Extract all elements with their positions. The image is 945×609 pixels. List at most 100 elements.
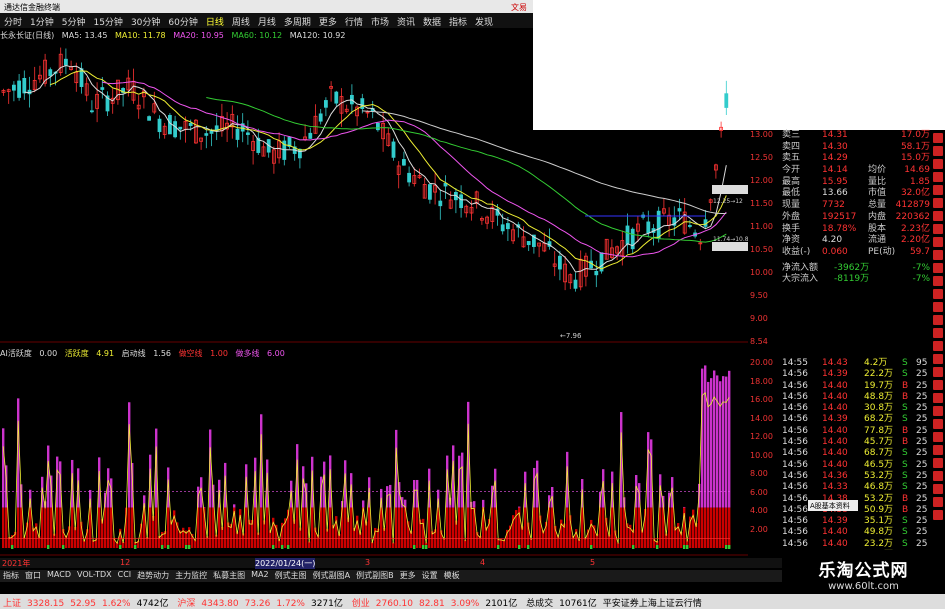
tab-6[interactable]: 主力监控 xyxy=(175,570,207,582)
base-bar xyxy=(722,507,725,548)
period-0[interactable]: 分时 xyxy=(4,15,22,28)
ind-tick: 12.00 xyxy=(750,432,773,441)
tick-row: 14:56 14.36 53.2万 S 25 xyxy=(782,471,930,482)
short-bar xyxy=(272,545,275,549)
cy-amt: 2101亿 xyxy=(485,599,518,609)
side-tool-icon[interactable] xyxy=(933,328,943,338)
side-tool-icon[interactable] xyxy=(933,458,943,468)
period-7[interactable]: 周线 xyxy=(232,15,250,28)
tab-12[interactable]: 更多 xyxy=(400,570,416,582)
quote-value-2: -7% xyxy=(912,262,930,273)
side-tool-icon[interactable] xyxy=(933,510,943,520)
tab-4[interactable]: CCI xyxy=(118,570,132,582)
title-link[interactable]: 文易 xyxy=(511,2,527,13)
base-bar xyxy=(650,507,653,548)
tick-volume: 46.5万 xyxy=(864,459,894,470)
tab-9[interactable]: 例式主图 xyxy=(275,570,307,582)
base-bar xyxy=(155,507,158,548)
period-10[interactable]: 更多 xyxy=(319,15,337,28)
side-tool-icon[interactable] xyxy=(933,367,943,377)
side-tool-icon[interactable] xyxy=(933,237,943,247)
base-bar xyxy=(710,507,713,548)
base-bar xyxy=(110,507,113,548)
side-tool-icon[interactable] xyxy=(933,133,943,143)
base-bar xyxy=(323,507,326,548)
side-tool-icon[interactable] xyxy=(933,224,943,234)
menu-item-1[interactable]: 市场 xyxy=(371,15,389,28)
side-tool-icon[interactable] xyxy=(933,315,943,325)
period-3[interactable]: 15分钟 xyxy=(93,15,122,28)
quote-row: 收益(-) 0.060 PE(动) 59.7 xyxy=(782,247,930,259)
tab-7[interactable]: 私募主图 xyxy=(213,570,245,582)
side-tool-icon[interactable] xyxy=(933,146,943,156)
price-marker-1-text: 12.25→12 xyxy=(713,198,743,205)
quote-label-2: 总量 xyxy=(868,200,887,211)
side-tool-icon[interactable] xyxy=(933,211,943,221)
base-bar xyxy=(428,507,431,548)
candlestick-chart[interactable]: ←7.96 12.25→12 11.74→10.8 xyxy=(0,42,748,343)
tick-side: S xyxy=(902,470,908,481)
menu-item-5[interactable]: 发现 xyxy=(475,15,493,28)
side-tool-icon[interactable] xyxy=(933,432,943,442)
tab-10[interactable]: 例式副图A xyxy=(313,570,350,582)
side-tool-icon[interactable] xyxy=(933,302,943,312)
side-tool-icon[interactable] xyxy=(933,289,943,299)
short-bar xyxy=(134,545,137,549)
tab-1[interactable]: 窗口 xyxy=(25,570,41,582)
indicator-chart[interactable] xyxy=(0,360,748,556)
menu-item-4[interactable]: 指标 xyxy=(449,15,467,28)
tab-11[interactable]: 例式副图B xyxy=(356,570,394,582)
tab-3[interactable]: VOL-TDX xyxy=(77,570,112,582)
side-tool-icon[interactable] xyxy=(933,276,943,286)
short-bar xyxy=(281,545,284,549)
ma120-line xyxy=(362,110,727,214)
price-tick: 10.00 xyxy=(750,268,773,277)
menu-item-0[interactable]: 行情 xyxy=(345,15,363,28)
tab-13[interactable]: 设置 xyxy=(422,570,438,582)
period-8[interactable]: 月线 xyxy=(258,15,276,28)
side-tool-icon[interactable] xyxy=(933,185,943,195)
activity-bar xyxy=(362,500,365,508)
candle-body xyxy=(147,116,152,121)
side-tool-icon[interactable] xyxy=(933,172,943,182)
quote-row: 大宗流入 -8119万 -7% xyxy=(782,274,930,286)
side-tool-icon[interactable] xyxy=(933,341,943,351)
period-1[interactable]: 1分钟 xyxy=(30,15,54,28)
side-tool-icon[interactable] xyxy=(933,419,943,429)
tick-time: 14:56 xyxy=(782,493,808,504)
tick-volume: 68.7万 xyxy=(864,448,894,459)
candle-body xyxy=(438,200,443,207)
side-tool-icon[interactable] xyxy=(933,159,943,169)
cy-val: 2760.10 xyxy=(375,599,413,609)
quote-value: 14.29 xyxy=(822,153,848,164)
side-tool-icon[interactable] xyxy=(933,484,943,494)
side-tool-icon[interactable] xyxy=(933,354,943,364)
candle-body xyxy=(17,80,22,98)
side-tool-icon[interactable] xyxy=(933,250,943,260)
tab-2[interactable]: MACD xyxy=(47,570,71,582)
tab-14[interactable]: 模板 xyxy=(444,570,460,582)
side-tool-icon[interactable] xyxy=(933,471,943,481)
side-tool-icon[interactable] xyxy=(933,393,943,403)
side-tool-icon[interactable] xyxy=(933,263,943,273)
side-tool-icon[interactable] xyxy=(933,380,943,390)
side-tool-icon[interactable] xyxy=(933,445,943,455)
period-5[interactable]: 60分钟 xyxy=(168,15,197,28)
tab-5[interactable]: 趋势动力 xyxy=(137,570,169,582)
side-tool-icon[interactable] xyxy=(933,497,943,507)
short-bar xyxy=(497,545,500,549)
menu-item-3[interactable]: 数据 xyxy=(423,15,441,28)
tick-volume: 50.9万 xyxy=(864,504,894,515)
side-tool-icon[interactable] xyxy=(933,198,943,208)
period-6[interactable]: 日线 xyxy=(206,15,224,28)
menu-item-2[interactable]: 资讯 xyxy=(397,15,415,28)
tab-8[interactable]: MA2 xyxy=(251,570,268,582)
info-tooltip[interactable]: A股基本资料 xyxy=(808,500,858,511)
tick-side: B xyxy=(902,391,909,402)
period-4[interactable]: 30分钟 xyxy=(131,15,160,28)
period-2[interactable]: 5分钟 xyxy=(62,15,86,28)
quote-row: 外盘 192517 内盘 220362 xyxy=(782,212,930,224)
tab-0[interactable]: 指标 xyxy=(3,570,19,582)
period-9[interactable]: 多周期 xyxy=(284,15,311,28)
side-tool-icon[interactable] xyxy=(933,406,943,416)
